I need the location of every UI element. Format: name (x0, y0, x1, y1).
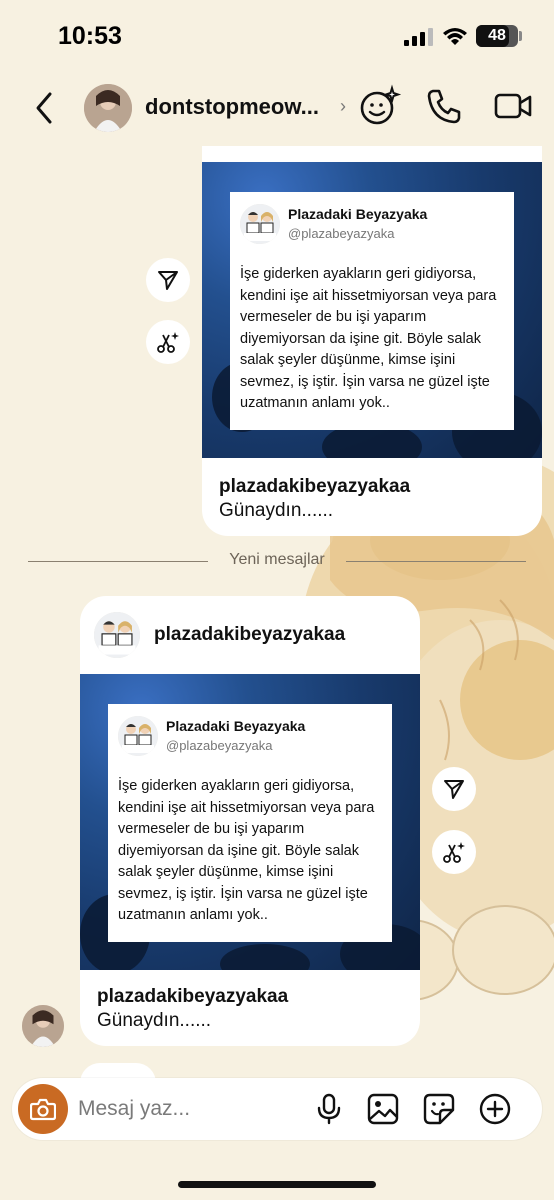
new-messages-divider: Yeni mesajlar (229, 551, 325, 568)
message-composer (12, 1078, 542, 1140)
post-image[interactable]: Plazadaki Beyazyaka @plazabeyazyaka İşe … (202, 162, 542, 458)
wifi-icon (443, 28, 467, 45)
share-button[interactable] (146, 258, 190, 302)
phone-icon[interactable] (424, 86, 464, 126)
tweet-card: Plazadaki Beyazyaka @plazabeyazyaka İşe … (108, 704, 392, 942)
scissors-sparkle-icon (157, 332, 179, 353)
tweet-card: Plazadaki Beyazyaka @plazabeyazyaka İşe … (230, 192, 514, 430)
tweet-text: İşe giderken ayakların geri gidiyorsa, k… (118, 778, 375, 923)
status-bar: 10:53 48 (0, 0, 554, 74)
tweet-author-handle: @plazabeyazyaka (166, 738, 273, 753)
send-icon (444, 780, 464, 799)
sticker-icon[interactable] (422, 1092, 456, 1126)
tweet-author-handle: @plazabeyazyaka (288, 226, 395, 241)
status-time: 10:53 (58, 22, 122, 50)
post-username[interactable]: plazadakibeyazyakaa (97, 986, 288, 1008)
tweet-text: İşe giderken ayakların geri gidiyorsa, k… (240, 266, 497, 411)
camera-icon (30, 1098, 56, 1121)
camera-button[interactable] (18, 1084, 68, 1134)
shared-post-message[interactable]: plazadakibeyazyakaa Plazadaki Beyazyaka … (80, 596, 420, 1046)
post-author-username[interactable]: plazadakibeyazyakaa (154, 624, 345, 646)
shared-post-message[interactable]: Plazadaki Beyazyaka @plazabeyazyaka İşe … (202, 146, 542, 536)
image-icon[interactable] (366, 1092, 400, 1126)
chevron-left-icon[interactable] (28, 88, 62, 128)
tweet-avatar (118, 716, 158, 756)
post-caption: Günaydın...... (97, 1010, 212, 1031)
divider-line-left (28, 561, 208, 562)
plus-circle-icon[interactable] (478, 1092, 512, 1126)
battery-icon: 48 (476, 25, 518, 47)
emoji-sparkle-icon[interactable] (358, 84, 402, 128)
share-button[interactable] (432, 767, 476, 811)
tweet-author-name: Plazadaki Beyazyaka (166, 718, 306, 734)
tweet-author-name: Plazadaki Beyazyaka (288, 206, 428, 222)
video-camera-icon[interactable] (492, 86, 534, 126)
post-author-avatar[interactable] (94, 612, 140, 658)
home-indicator[interactable] (178, 1181, 376, 1188)
chevron-right-icon[interactable]: › (340, 96, 346, 117)
send-icon (158, 271, 178, 290)
post-image[interactable]: Plazadaki Beyazyaka @plazabeyazyaka İşe … (80, 674, 420, 970)
scissors-sparkle-icon (443, 842, 465, 863)
message-input[interactable] (78, 1092, 278, 1126)
chat-header: dontstopmeow... › (0, 74, 554, 144)
avatar[interactable] (84, 84, 132, 132)
post-caption: Günaydın...... (219, 500, 334, 521)
remix-button[interactable] (432, 830, 476, 874)
contact-name[interactable]: dontstopmeow... (145, 94, 319, 120)
battery-level: 48 (488, 27, 506, 44)
sender-avatar[interactable] (22, 1005, 64, 1047)
microphone-icon[interactable] (312, 1092, 346, 1126)
post-username[interactable]: plazadakibeyazyakaa (219, 476, 410, 498)
tweet-avatar (240, 204, 280, 244)
signal-icon (404, 28, 433, 46)
remix-button[interactable] (146, 320, 190, 364)
divider-line-right (346, 561, 526, 562)
